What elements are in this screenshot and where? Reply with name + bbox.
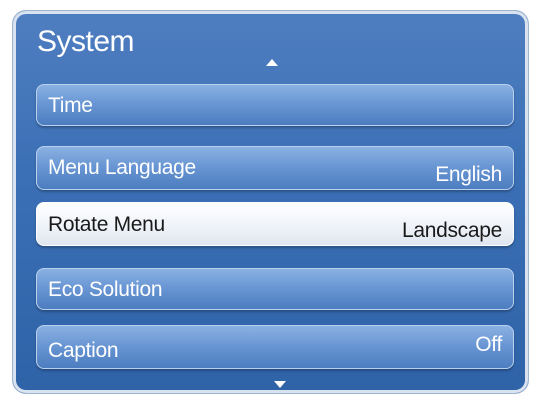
menu-item-value: English bbox=[435, 163, 502, 186]
menu-title: System bbox=[37, 25, 135, 58]
menu-item-eco-solution[interactable]: Eco Solution bbox=[36, 268, 514, 310]
scroll-down-icon[interactable] bbox=[274, 381, 286, 388]
menu-item-label: Caption bbox=[48, 339, 119, 362]
menu-item-value: Off bbox=[475, 333, 502, 356]
menu-item-menu-language[interactable]: Menu Language English bbox=[36, 146, 514, 190]
system-menu-panel: System Time Menu Language English Rotate… bbox=[12, 10, 529, 394]
menu-item-caption[interactable]: Caption Off bbox=[36, 325, 514, 369]
scroll-up-icon[interactable] bbox=[266, 59, 278, 66]
menu-item-label: Time bbox=[48, 94, 93, 117]
menu-item-label: Menu Language bbox=[48, 156, 196, 179]
menu-item-label: Rotate Menu bbox=[48, 213, 165, 236]
menu-item-time[interactable]: Time bbox=[36, 84, 514, 126]
menu-item-value: Landscape bbox=[401, 219, 502, 242]
menu-item-rotate-menu[interactable]: Rotate Menu Landscape bbox=[36, 202, 514, 246]
menu-item-label: Eco Solution bbox=[48, 278, 163, 301]
